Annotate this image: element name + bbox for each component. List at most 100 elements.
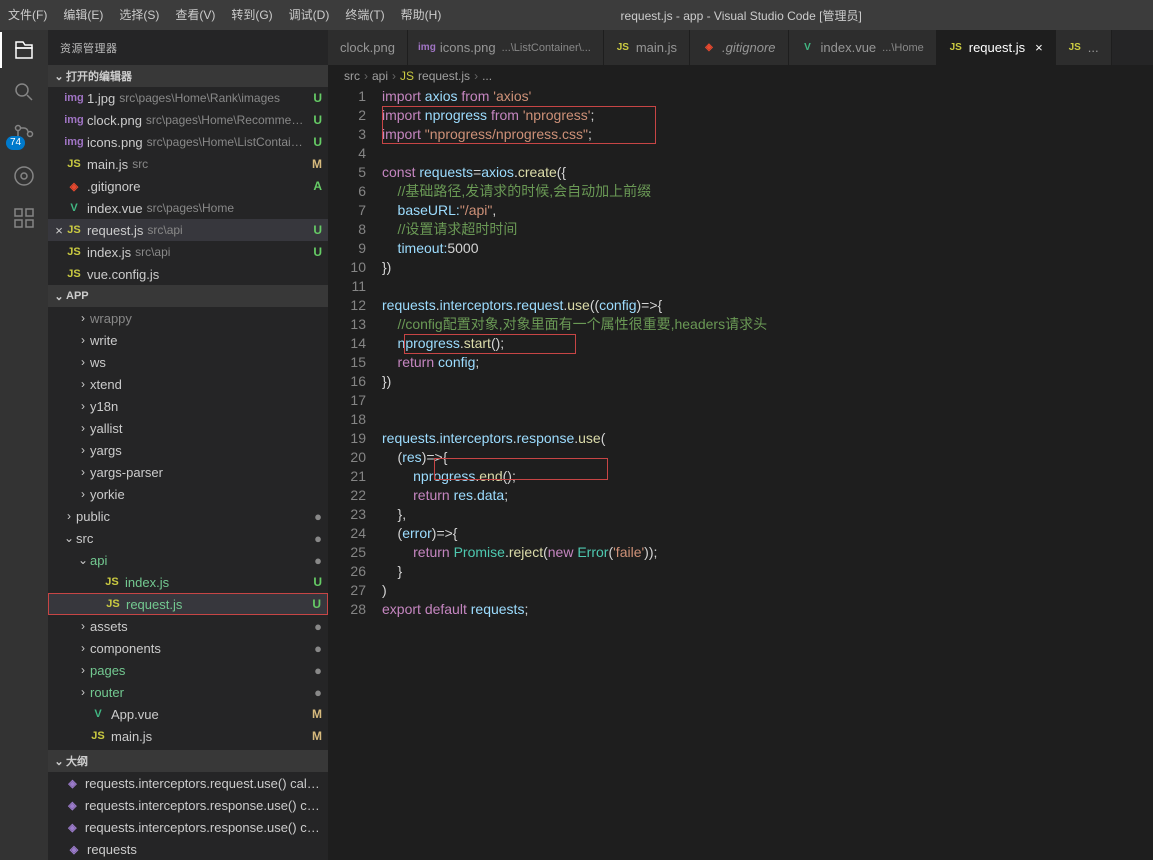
outline-label: requests.interceptors.response.use() cal… bbox=[85, 820, 322, 835]
tree-label: wrappy bbox=[90, 311, 132, 326]
tree-item[interactable]: ›ws bbox=[48, 351, 328, 373]
file-label: 1.jpg bbox=[87, 91, 115, 106]
extensions-icon[interactable] bbox=[12, 206, 36, 230]
tree-label: index.js bbox=[125, 575, 169, 590]
git-status: A bbox=[307, 179, 322, 193]
tree-item[interactable]: JSindex.jsU bbox=[48, 571, 328, 593]
chevron-icon: › bbox=[76, 443, 90, 457]
search-icon[interactable] bbox=[12, 80, 36, 104]
close-icon[interactable]: × bbox=[1035, 40, 1043, 55]
open-editor-item[interactable]: img1.jpgsrc\pages\Home\Rank\imagesU bbox=[48, 87, 328, 109]
file-label: vue.config.js bbox=[87, 267, 159, 282]
tree-item[interactable]: ›public● bbox=[48, 505, 328, 527]
open-editor-item[interactable]: imgclock.pngsrc\pages\Home\Recommen...U bbox=[48, 109, 328, 131]
crumb-item[interactable]: api bbox=[372, 69, 388, 83]
open-editors-header[interactable]: ⌄打开的编辑器 bbox=[48, 65, 328, 87]
tree-item[interactable]: ›yorkie bbox=[48, 483, 328, 505]
outline-list: ◈requests.interceptors.request.use() cal… bbox=[48, 772, 328, 860]
tree-item[interactable]: ›components● bbox=[48, 637, 328, 659]
tab-desc: ...\Home bbox=[882, 42, 924, 54]
git-status: U bbox=[307, 135, 322, 149]
git-status: U bbox=[307, 223, 322, 237]
file-icon: ◈ bbox=[66, 178, 82, 194]
menu-item[interactable]: 编辑(E) bbox=[55, 0, 111, 30]
outline-item[interactable]: ◈requests.interceptors.response.use() ca… bbox=[48, 794, 328, 816]
outline-header[interactable]: ⌄大纲 bbox=[48, 750, 328, 772]
crumb-item[interactable]: ... bbox=[482, 69, 492, 83]
open-editor-item[interactable]: ×JSrequest.jssrc\apiU bbox=[48, 219, 328, 241]
tab-label: .gitignore bbox=[722, 40, 775, 55]
chevron-icon: › bbox=[76, 619, 90, 633]
outline-item[interactable]: ◈requests bbox=[48, 838, 328, 860]
tree-item[interactable]: JSmain.jsM bbox=[48, 725, 328, 747]
editor-tab[interactable]: imgicons.png...\ListContainer\... bbox=[408, 30, 604, 65]
menu-item[interactable]: 选择(S) bbox=[111, 0, 167, 30]
editor-tab[interactable]: JS... bbox=[1056, 30, 1112, 65]
explorer-icon[interactable] bbox=[12, 38, 36, 62]
menu-item[interactable]: 文件(F) bbox=[0, 0, 55, 30]
menu-item[interactable]: 查看(V) bbox=[167, 0, 223, 30]
editor-tab[interactable]: JSmain.js bbox=[604, 30, 690, 65]
git-status: U bbox=[307, 575, 322, 589]
menu-item[interactable]: 帮助(H) bbox=[393, 0, 450, 30]
symbol-icon: ◈ bbox=[65, 797, 80, 813]
outline-item[interactable]: ◈requests.interceptors.request.use() cal… bbox=[48, 772, 328, 794]
tree-label: main.js bbox=[111, 729, 152, 744]
tree-item[interactable]: ›write bbox=[48, 329, 328, 351]
tree-label: y18n bbox=[90, 399, 118, 414]
file-icon: JS bbox=[616, 41, 630, 55]
tree-item[interactable]: ›wrappy bbox=[48, 307, 328, 329]
editor-tab[interactable]: clock.png bbox=[328, 30, 408, 65]
menu-item[interactable]: 转到(G) bbox=[223, 0, 280, 30]
open-editor-item[interactable]: JSvue.config.js bbox=[48, 263, 328, 285]
chevron-icon: › bbox=[76, 641, 90, 655]
app-header[interactable]: ⌄APP bbox=[48, 285, 328, 307]
crumb-item[interactable]: src bbox=[344, 69, 360, 83]
crumb-item[interactable]: request.js bbox=[418, 69, 470, 83]
editor-tabs: clock.pngimgicons.png...\ListContainer\.… bbox=[328, 30, 1153, 65]
tree-label: App.vue bbox=[111, 707, 159, 722]
file-icon: JS bbox=[1068, 41, 1082, 55]
menu-item[interactable]: 终端(T) bbox=[337, 0, 392, 30]
tree-item[interactable]: ⌄api● bbox=[48, 549, 328, 571]
tree-item[interactable]: ›y18n bbox=[48, 395, 328, 417]
close-icon[interactable]: × bbox=[52, 223, 66, 238]
tab-label: icons.png bbox=[440, 40, 496, 55]
open-editor-item[interactable]: JSindex.jssrc\apiU bbox=[48, 241, 328, 263]
outline-item[interactable]: ◈requests.interceptors.response.use() ca… bbox=[48, 816, 328, 838]
breadcrumb[interactable]: src›api›JSrequest.js›... bbox=[328, 65, 1153, 87]
tree-label: components bbox=[90, 641, 161, 656]
tree-item[interactable]: VApp.vueM bbox=[48, 703, 328, 725]
tree-label: pages bbox=[90, 663, 125, 678]
tree-item[interactable]: ›xtend bbox=[48, 373, 328, 395]
file-icon: img bbox=[420, 41, 434, 55]
menu-item[interactable]: 调试(D) bbox=[281, 0, 338, 30]
open-editor-item[interactable]: JSmain.jssrcM bbox=[48, 153, 328, 175]
activity-bar: 74 bbox=[0, 30, 48, 860]
file-icon: ◈ bbox=[702, 41, 716, 55]
outline-label: requests bbox=[87, 842, 137, 857]
file-label: index.js bbox=[87, 245, 131, 260]
open-editor-item[interactable]: Vindex.vuesrc\pages\Home bbox=[48, 197, 328, 219]
tree-item[interactable]: ›yargs-parser bbox=[48, 461, 328, 483]
tree-item[interactable]: ⌄src● bbox=[48, 527, 328, 549]
editor-tab[interactable]: Vindex.vue...\Home bbox=[789, 30, 937, 65]
tree-item[interactable]: ›yargs bbox=[48, 439, 328, 461]
code-editor[interactable]: 1234567891011121314151617181920212223242… bbox=[328, 87, 1153, 860]
file-icon: img bbox=[66, 134, 82, 150]
editor-tab[interactable]: JSrequest.js× bbox=[937, 30, 1056, 65]
modified-dot: ● bbox=[308, 663, 322, 678]
code-lines[interactable]: import axios from 'axios'import nprogres… bbox=[382, 87, 1153, 860]
tree-item[interactable]: ›pages● bbox=[48, 659, 328, 681]
tree-item[interactable]: JSrequest.jsU bbox=[48, 593, 328, 615]
open-editor-item[interactable]: imgicons.pngsrc\pages\Home\ListContain..… bbox=[48, 131, 328, 153]
source-control-icon[interactable]: 74 bbox=[12, 122, 36, 146]
symbol-icon: ◈ bbox=[65, 775, 80, 791]
debug-icon[interactable] bbox=[12, 164, 36, 188]
open-editor-item[interactable]: ◈.gitignoreA bbox=[48, 175, 328, 197]
editor-tab[interactable]: ◈ .gitignore bbox=[690, 30, 788, 65]
tree-item[interactable]: ›yallist bbox=[48, 417, 328, 439]
tree-item[interactable]: ›router● bbox=[48, 681, 328, 703]
tree-item[interactable]: ›assets● bbox=[48, 615, 328, 637]
file-path: src\api bbox=[135, 245, 307, 259]
